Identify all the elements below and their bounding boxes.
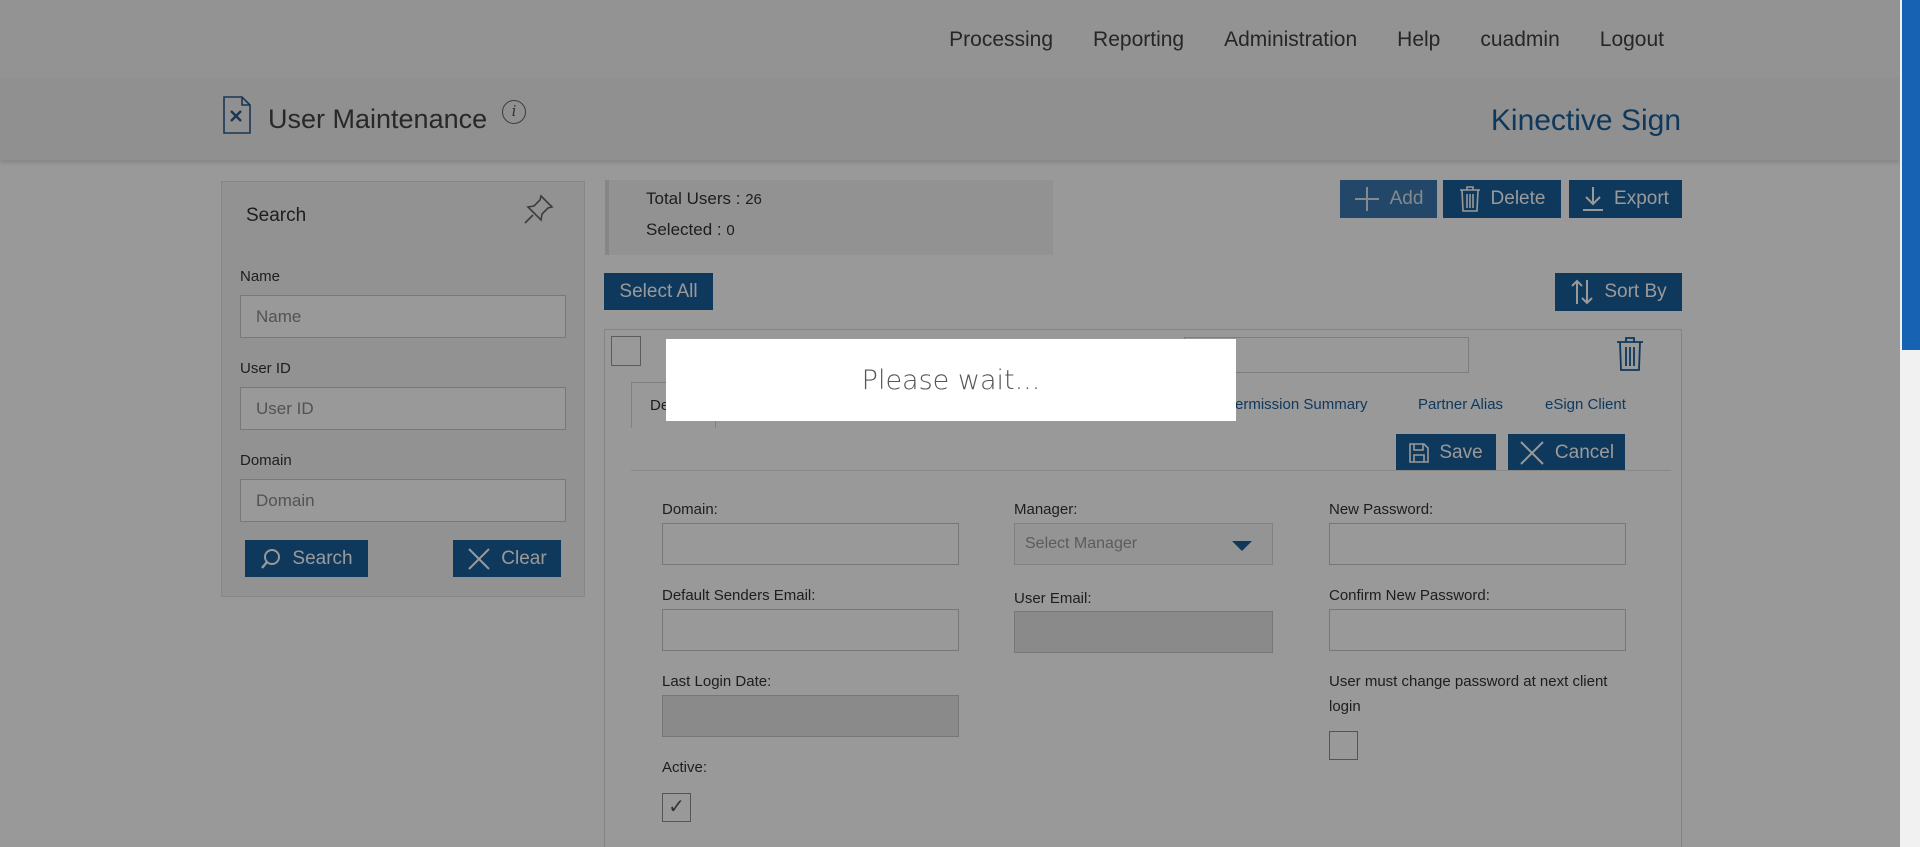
modal-overlay bbox=[0, 0, 1900, 847]
please-wait-dialog: Please wait... bbox=[666, 339, 1236, 421]
scrollbar[interactable] bbox=[1900, 0, 1920, 847]
scrollbar-thumb[interactable] bbox=[1902, 0, 1920, 350]
